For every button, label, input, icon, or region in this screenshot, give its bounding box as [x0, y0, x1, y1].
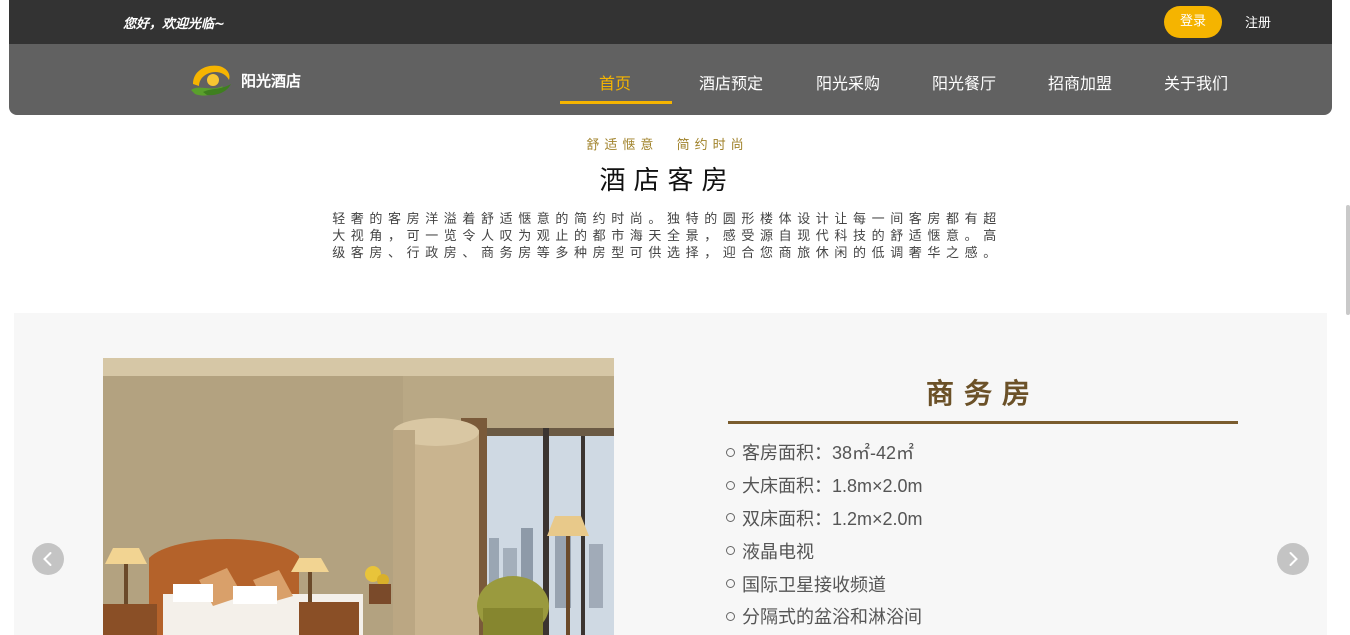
nav-item-booking[interactable]: 酒店预定 — [699, 70, 763, 94]
list-item: 国际卫星接收频道 — [726, 567, 923, 600]
top-bar: 您好，欢迎光临~ 登录 注册 — [9, 0, 1332, 44]
nav-item-home[interactable]: 首页 — [599, 70, 631, 94]
nav-item-franchise[interactable]: 招商加盟 — [1048, 70, 1112, 94]
page-scrollbar[interactable] — [1346, 205, 1350, 315]
circle-bullet-icon — [726, 611, 735, 621]
register-link[interactable]: 注册 — [1245, 12, 1271, 31]
main-navbar: 阳光酒店 首页 酒店预定 阳光采购 阳光餐厅 招商加盟 关于我们 — [9, 44, 1332, 115]
circle-bullet-icon — [726, 447, 735, 457]
chevron-left-icon — [43, 552, 52, 566]
circle-bullet-icon — [726, 579, 735, 589]
login-button[interactable]: 登录 — [1164, 6, 1222, 38]
section-description: 轻奢的客房洋溢着舒适惬意的简约时尚。独特的圆形楼体设计让每一间客房都有超大视角，… — [332, 212, 1002, 261]
circle-bullet-icon — [726, 513, 735, 523]
feature-text: 大床面积：1.8m×2.0m — [742, 476, 923, 497]
room-title-divider — [728, 421, 1238, 424]
feature-text: 国际卫星接收频道 — [742, 574, 886, 595]
circle-bullet-icon — [726, 480, 735, 490]
room-type-title: 商务房 — [925, 377, 1040, 410]
list-item: 客房面积：38㎡-42㎡ — [726, 436, 923, 469]
section-title: 酒店客房 — [599, 166, 736, 196]
nav-item-restaurant[interactable]: 阳光餐厅 — [932, 70, 996, 94]
circle-bullet-icon — [726, 546, 735, 556]
feature-text: 分隔式的盆浴和淋浴间 — [742, 607, 922, 628]
list-item: 分隔式的盆浴和淋浴间 — [726, 600, 923, 633]
chevron-right-icon — [1289, 552, 1298, 566]
room-photo — [103, 358, 614, 635]
list-item: 大床面积：1.8m×2.0m — [726, 469, 923, 502]
feature-text: 液晶电视 — [742, 541, 814, 562]
logo-text[interactable]: 阳光酒店 — [241, 70, 301, 91]
room-feature-list: 客房面积：38㎡-42㎡ 大床面积：1.8m×2.0m 双床面积：1.2m×2.… — [726, 436, 923, 633]
nav-active-indicator — [560, 101, 672, 104]
hotel-logo-icon[interactable] — [189, 62, 233, 98]
feature-text: 双床面积：1.2m×2.0m — [742, 508, 923, 529]
list-item: 双床面积：1.2m×2.0m — [726, 502, 923, 535]
section-subtitle: 舒适惬意 简约时尚 — [586, 138, 749, 153]
welcome-text: 您好，欢迎光临~ — [123, 17, 225, 32]
nav-item-about[interactable]: 关于我们 — [1164, 70, 1228, 94]
carousel-next-button[interactable] — [1277, 543, 1309, 575]
feature-text: 客房面积：38㎡-42㎡ — [742, 443, 915, 464]
list-item: 液晶电视 — [726, 534, 923, 567]
carousel-prev-button[interactable] — [32, 543, 64, 575]
nav-item-purchasing[interactable]: 阳光采购 — [816, 70, 880, 94]
